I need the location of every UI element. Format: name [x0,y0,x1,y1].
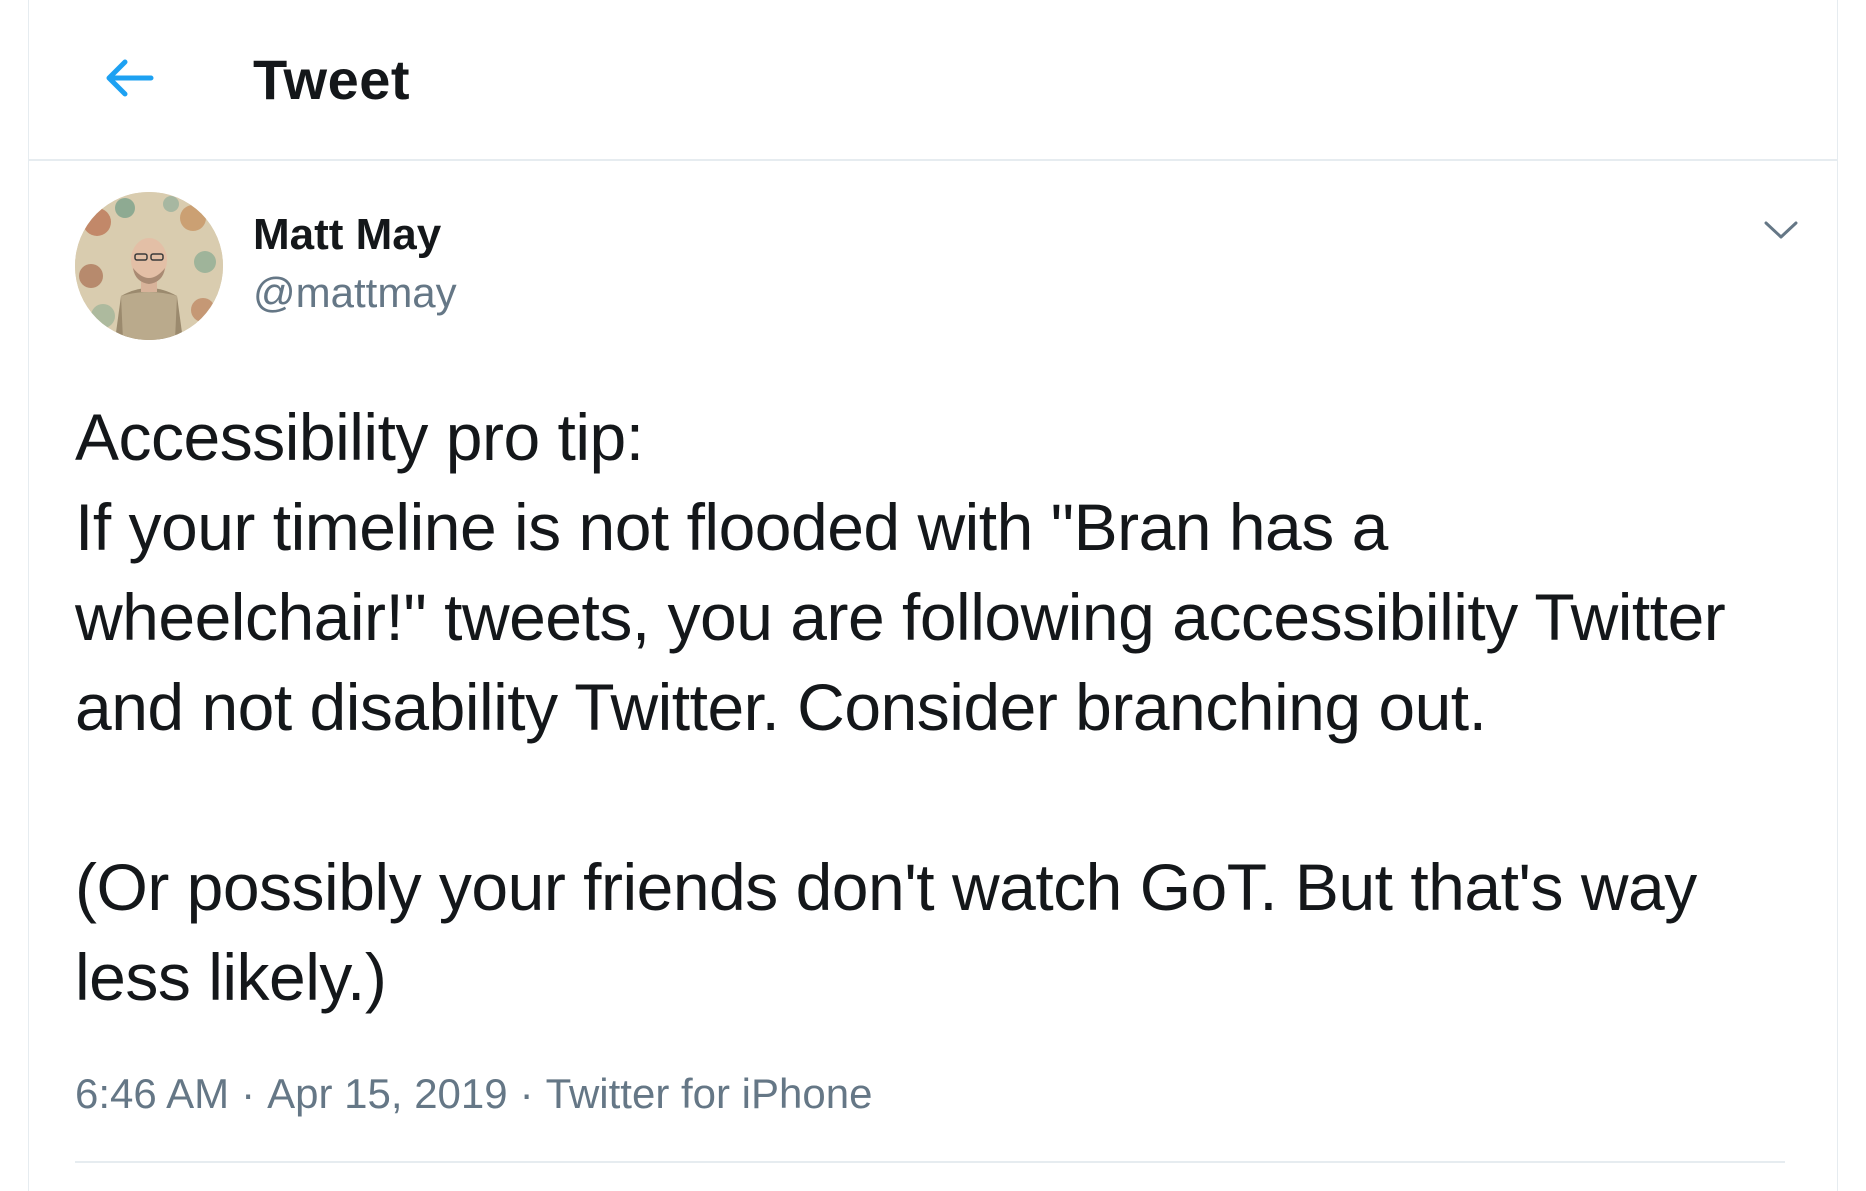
top-bar: Tweet [29,0,1837,161]
tweet-text-line: (Or possibly your friends don't watch Go… [75,850,1697,924]
tweet-date-link[interactable]: Apr 15, 2019 [267,1070,508,1117]
tweet-metadata: 6:46 AM · Apr 15, 2019 · Twitter for iPhone [75,1067,872,1121]
divider [75,1161,1785,1163]
tweet-text-line: wheelchair!" tweets, you are following a… [75,580,1726,654]
tweet-text-line: and not disability Twitter. Consider bra… [75,670,1487,744]
tweet-source-link[interactable]: Twitter for iPhone [546,1070,873,1117]
author-handle[interactable]: @mattmay [253,266,457,320]
tweet-column: Tweet Matt May @mattmay Accessibility pr… [28,0,1838,1191]
author-name[interactable]: Matt May [253,208,441,262]
tweet-text: Accessibility pro tip: If your timeline … [75,392,1815,1022]
tweet-time-link[interactable]: 6:46 AM [75,1070,229,1117]
avatar-photo [75,192,223,340]
meta-separator: · [241,1070,256,1117]
tweet-text-line: Accessibility pro tip: [75,400,644,474]
page-title: Tweet [253,48,411,111]
arrow-left-icon [106,59,154,97]
tweet-menu-button[interactable] [1751,200,1811,260]
tweet-text-line: If your timeline is not flooded with "Br… [75,490,1388,564]
avatar[interactable] [75,192,223,340]
meta-separator: · [519,1070,534,1117]
chevron-down-icon [1764,221,1798,239]
tweet-text-line: less likely.) [75,940,387,1014]
back-button[interactable] [91,40,167,116]
